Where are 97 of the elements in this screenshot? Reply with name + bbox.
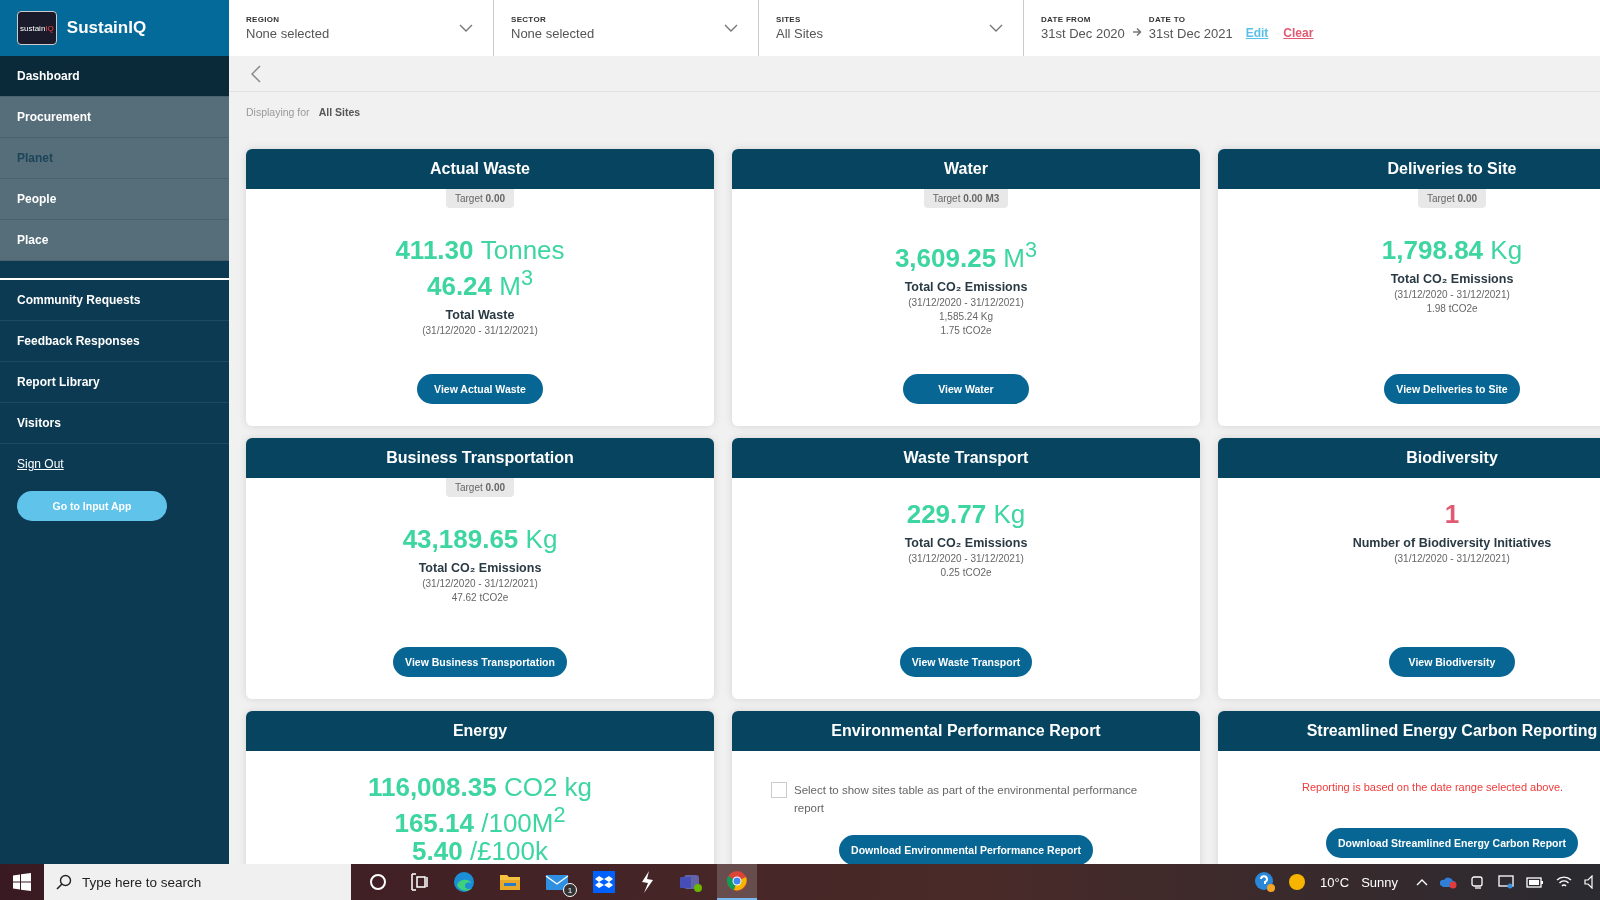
card-title: Biodiversity bbox=[1218, 438, 1600, 478]
windows-start-icon[interactable] bbox=[13, 873, 31, 891]
target-badge: Target 0.00 M3 bbox=[923, 189, 1009, 208]
card-button[interactable]: View Biodiversity bbox=[1389, 647, 1515, 677]
cloud-error-icon[interactable] bbox=[1440, 875, 1458, 889]
metric-label: Total CO₂ Emissions bbox=[904, 279, 1028, 294]
checkbox[interactable] bbox=[771, 782, 787, 798]
metric-label: Number of Biodiversity Initiatives bbox=[1352, 536, 1552, 550]
card-title: Environmental Performance Report bbox=[732, 711, 1200, 751]
metric-value: 1,798.84 Kg bbox=[1381, 236, 1523, 264]
card-button[interactable]: Download Streamlined Energy Carbon Report bbox=[1325, 828, 1579, 858]
metric-detail: 47.62 tCO2e bbox=[451, 592, 509, 603]
date-from-label: DATE FROM bbox=[1041, 15, 1092, 24]
card-title: Energy bbox=[246, 711, 714, 751]
metric-value: 229.77 Kg bbox=[906, 500, 1026, 528]
metric-detail: (31/12/2020 - 31/12/2021) bbox=[422, 324, 538, 336]
metric-value: 165.14 /100M$^{2}$ bbox=[394, 801, 566, 837]
clear-link[interactable]: Clear bbox=[1283, 25, 1314, 40]
target-badge: Target 0.00 bbox=[445, 478, 514, 497]
metric-value: 3,609.25 M$^{3}$ bbox=[894, 236, 1038, 272]
filter-dropdown[interactable]: SECTOR None selected bbox=[494, 0, 759, 56]
card-button[interactable]: View Actual Waste bbox=[417, 374, 543, 404]
metric-label: Total CO₂ Emissions bbox=[904, 536, 1028, 550]
dropbox-icon[interactable] bbox=[593, 871, 615, 893]
filter-dropdown[interactable]: SITES All Sites bbox=[759, 0, 1024, 56]
arrow-right-icon bbox=[1131, 27, 1142, 37]
display-icon[interactable] bbox=[1498, 875, 1514, 889]
displaying-value: All Sites bbox=[318, 106, 361, 118]
card-title: Business Transportation bbox=[246, 438, 714, 478]
app-name: SustainIQ bbox=[66, 18, 147, 38]
chevron-up-icon[interactable] bbox=[1416, 878, 1428, 886]
metric-label: Total CO₂ Emissions bbox=[418, 561, 542, 575]
mail-count-badge: 1 bbox=[563, 883, 577, 897]
displaying-label: Displaying for bbox=[246, 106, 310, 118]
card-button[interactable]: View Waste Transport bbox=[899, 647, 1033, 677]
chrome-taskbar-button[interactable] bbox=[717, 864, 757, 900]
metric-value: 5.40 /£100k bbox=[412, 836, 548, 864]
help-icon[interactable] bbox=[1254, 871, 1277, 893]
nav-item[interactable]: Procurement bbox=[0, 97, 229, 138]
metric-label: Total Waste bbox=[445, 307, 515, 322]
card-title: Actual Waste bbox=[246, 149, 714, 189]
filter-dropdown[interactable]: REGION None selected bbox=[229, 0, 494, 56]
weather-text: Sunny bbox=[1361, 874, 1398, 890]
metric-detail: (31/12/2020 - 31/12/2021) bbox=[422, 578, 538, 589]
temperature: 10°C bbox=[1320, 874, 1350, 890]
card-title: Streamlined Energy Carbon Reporting bbox=[1218, 711, 1600, 751]
metric-value: 43,189.65 Kg bbox=[402, 525, 558, 553]
nav-item[interactable]: People bbox=[0, 179, 229, 220]
battery-icon[interactable] bbox=[1526, 876, 1544, 888]
metric-value: 411.30 Tonnes bbox=[395, 236, 565, 264]
checkbox-label: Select to show sites table as part of the environmental performance report bbox=[794, 783, 1139, 816]
metric-label: Total CO₂ Emissions bbox=[1390, 272, 1514, 286]
metric-detail: 1.75 tCO2e bbox=[940, 324, 992, 336]
sign-out-link[interactable]: Sign Out bbox=[17, 457, 64, 471]
back-icon[interactable] bbox=[251, 64, 261, 83]
metric-detail: (31/12/2020 - 31/12/2021) bbox=[1394, 289, 1510, 300]
date-from: 31st Dec 2020 bbox=[1041, 26, 1125, 41]
folder-icon[interactable] bbox=[499, 872, 521, 892]
date-to-label: DATE TO bbox=[1148, 15, 1187, 24]
target-badge: Target 0.00 bbox=[445, 189, 514, 208]
card-button[interactable]: View Deliveries to Site bbox=[1384, 374, 1520, 404]
metric-detail: (31/12/2020 - 31/12/2021) bbox=[1394, 553, 1510, 564]
metric-detail: (31/12/2020 - 31/12/2021) bbox=[908, 296, 1024, 308]
nav-item[interactable]: Place bbox=[0, 220, 229, 261]
wifi-icon[interactable] bbox=[1556, 875, 1572, 889]
lightning-icon[interactable] bbox=[639, 871, 655, 893]
card-title: Water bbox=[732, 149, 1200, 189]
metric-detail: 1.98 tCO2e bbox=[1426, 303, 1478, 314]
search-icon bbox=[56, 874, 72, 890]
date-to: 31st Dec 2021 bbox=[1148, 26, 1233, 41]
chrome-icon bbox=[726, 870, 748, 892]
sun-icon bbox=[1288, 873, 1307, 891]
metric-detail: (31/12/2020 - 31/12/2021) bbox=[908, 553, 1024, 564]
nav-item[interactable]: Dashboard bbox=[0, 56, 229, 97]
metric-value: 46.24 M$^{3}$ bbox=[426, 264, 533, 300]
card-title: Waste Transport bbox=[732, 438, 1200, 478]
metric-value: 1 bbox=[1444, 500, 1460, 528]
card-title: Deliveries to Site bbox=[1218, 149, 1600, 189]
cortana-icon[interactable] bbox=[369, 873, 387, 891]
chevron-down-icon bbox=[459, 24, 473, 32]
metric-detail: 0.25 tCO2e bbox=[940, 567, 992, 578]
logo[interactable]: sustainIQ bbox=[17, 11, 57, 45]
mail-icon[interactable] bbox=[545, 873, 569, 891]
target-badge: Target 0.00 bbox=[1417, 189, 1486, 208]
edge-icon[interactable] bbox=[453, 871, 475, 893]
chevron-down-icon bbox=[989, 24, 1003, 32]
task-view-icon[interactable] bbox=[411, 873, 429, 891]
camera-icon[interactable] bbox=[1470, 875, 1486, 889]
chevron-down-icon bbox=[724, 24, 738, 32]
card-button[interactable]: View Water bbox=[903, 374, 1029, 404]
note-text: Reporting is based on the date range selected above. bbox=[1302, 781, 1564, 793]
taskbar-search-field[interactable]: Type here to search bbox=[44, 864, 351, 900]
metric-value: 116,008.35 CO2 kg bbox=[367, 773, 593, 801]
card-button[interactable]: Download Environmental Performance Report bbox=[839, 835, 1093, 864]
card-button[interactable]: View Business Transportation bbox=[393, 647, 567, 677]
metric-detail: 1,585.24 Kg bbox=[939, 310, 993, 322]
speaker-icon[interactable] bbox=[1584, 875, 1596, 889]
